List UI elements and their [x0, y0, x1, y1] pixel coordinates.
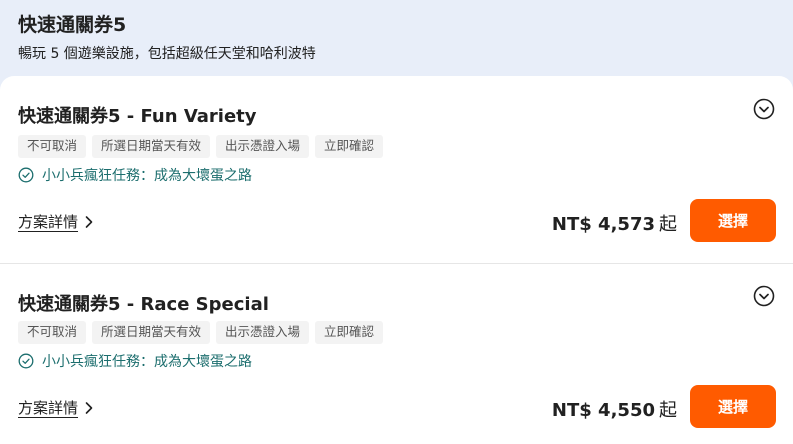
- page-subtitle: 暢玩 5 個遊樂設施，包括超級任天堂和哈利波特: [18, 46, 316, 62]
- chevron-right-icon: [85, 215, 93, 228]
- option-title: 快速通關券5 - Fun Variety: [18, 106, 257, 127]
- check-circle-icon: [18, 167, 34, 183]
- tag-show-voucher: 出示憑證入場: [216, 321, 310, 344]
- plan-details-link[interactable]: 方案詳情: [18, 397, 94, 418]
- price-suffix: 起: [659, 214, 677, 235]
- plan-details-link[interactable]: 方案詳情: [18, 211, 94, 232]
- check-circle-icon: [18, 353, 34, 369]
- tag-non-refundable: 不可取消: [18, 321, 87, 344]
- tag-show-voucher: 出示憑證入場: [216, 135, 310, 158]
- tag-list: 不可取消 所選日期當天有效 出示憑證入場 立即確認: [18, 321, 384, 344]
- page-title: 快速通關券5: [18, 14, 127, 36]
- select-button[interactable]: 選擇: [690, 385, 776, 428]
- select-button[interactable]: 選擇: [690, 199, 776, 242]
- activity-label: 小小兵瘋狂任務：成為大壞蛋之路: [42, 168, 252, 184]
- option-card-race-special: 快速通關券5 - Race Special 不可取消 所選日期當天有效 出示憑證…: [0, 264, 793, 444]
- chevron-down-circle-icon[interactable]: [753, 98, 775, 120]
- tag-instant-confirm: 立即確認: [315, 135, 384, 158]
- tag-valid-selected-date: 所選日期當天有效: [92, 321, 211, 344]
- included-activity: 小小兵瘋狂任務：成為大壞蛋之路: [18, 351, 252, 371]
- chevron-right-icon: [85, 401, 93, 414]
- plan-details-label: 方案詳情: [18, 399, 79, 417]
- plan-details-label: 方案詳情: [18, 213, 79, 231]
- tag-instant-confirm: 立即確認: [315, 321, 384, 344]
- price-amount: NT$ 4,573: [551, 214, 655, 235]
- chevron-down-circle-icon[interactable]: [753, 285, 775, 307]
- price: NT$ 4,573 起: [552, 210, 677, 236]
- tag-valid-selected-date: 所選日期當天有效: [92, 135, 211, 158]
- option-card-fun-variety: 快速通關券5 - Fun Variety 不可取消 所選日期當天有效 出示憑證入…: [0, 78, 793, 264]
- header: 快速通關券5 暢玩 5 個遊樂設施，包括超級任天堂和哈利波特: [0, 0, 793, 78]
- activity-label: 小小兵瘋狂任務：成為大壞蛋之路: [42, 354, 252, 370]
- tag-non-refundable: 不可取消: [18, 135, 87, 158]
- price: NT$ 4,550 起: [552, 396, 677, 422]
- included-activity: 小小兵瘋狂任務：成為大壞蛋之路: [18, 165, 252, 185]
- price-suffix: 起: [659, 400, 677, 421]
- price-amount: NT$ 4,550: [551, 400, 655, 421]
- option-title: 快速通關券5 - Race Special: [18, 294, 269, 315]
- tag-list: 不可取消 所選日期當天有效 出示憑證入場 立即確認: [18, 135, 384, 158]
